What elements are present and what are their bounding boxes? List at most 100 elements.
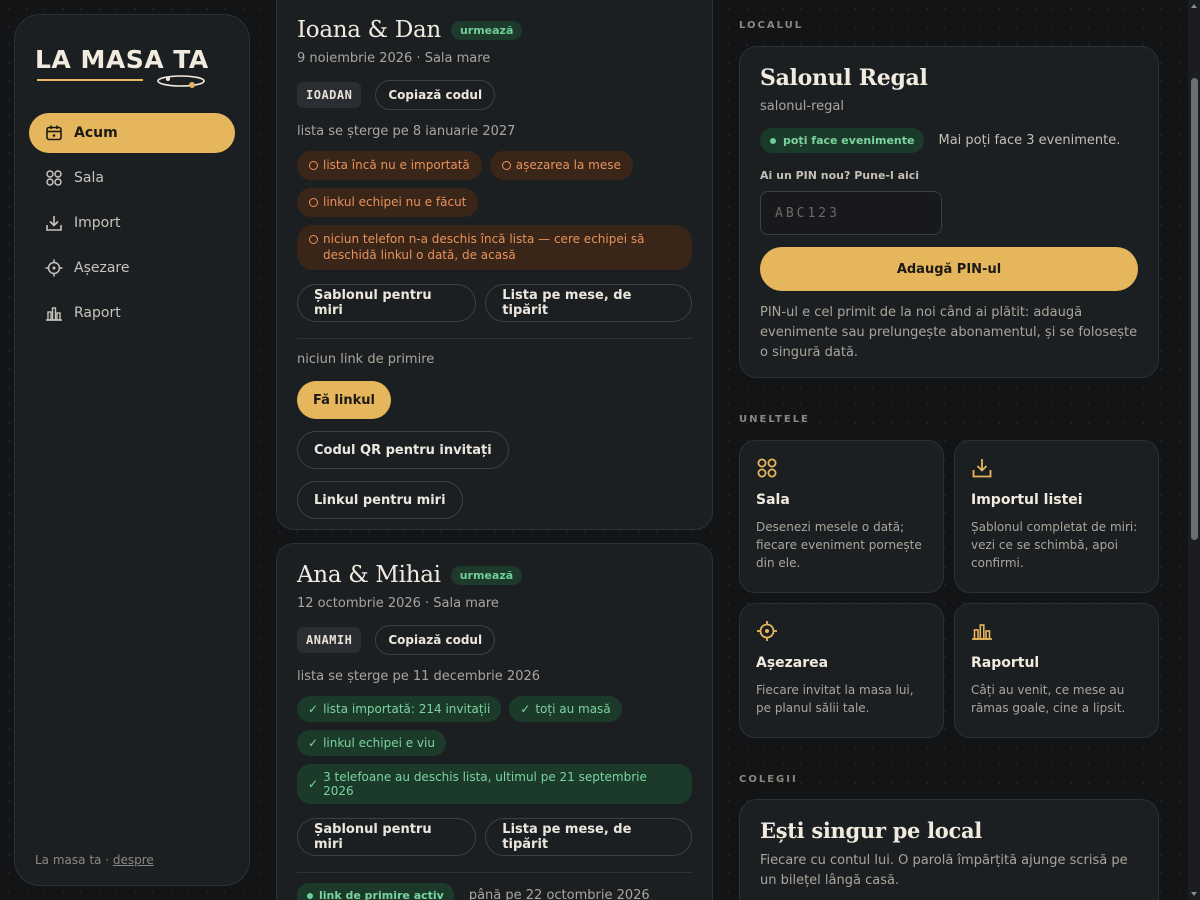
link-actions: Fă linkul Codul QR pentru invitați Linku… <box>297 367 692 520</box>
print-list-button[interactable]: Lista pe mese, de tipărit <box>485 284 692 323</box>
warning-text: așezarea la mese <box>515 158 621 172</box>
sidebar-item-sala[interactable]: Sala <box>29 158 235 198</box>
event-subtitle: 12 octombrie 2026 · Sala mare <box>297 596 499 611</box>
logo-text: LA MASA TA <box>35 45 209 74</box>
page-scrollbar[interactable] <box>1188 0 1200 900</box>
copy-code-button[interactable]: Copiază codul <box>375 80 496 110</box>
scrollbar-thumb[interactable] <box>1191 78 1198 540</box>
make-link-button[interactable]: Fă linkul <box>297 381 391 420</box>
ok-chip: ✓ lista importată: 214 invitații <box>297 696 502 722</box>
tool-desc: Șablonul completat de miri: vezi ce se s… <box>971 520 1138 570</box>
link-until: până pe 22 octombrie 2026 <box>468 888 650 900</box>
warning-chip: lista încă nu e importată <box>297 151 482 180</box>
event-actions: Șablonul pentru miri Lista pe mese, de t… <box>297 284 692 323</box>
download-icon <box>971 457 1142 479</box>
event-header: Ana & Mihai urmează <box>297 562 692 588</box>
chart-icon <box>971 620 1142 642</box>
sidebar-item-label: Acum <box>74 125 118 141</box>
sidebar-item-asezare[interactable]: Așezare <box>29 248 235 288</box>
event-card: Ana & Mihai urmează 12 octombrie 2026 · … <box>276 543 713 900</box>
add-pin-button[interactable]: Adaugă PIN-ul <box>760 247 1138 291</box>
tool-card-raport[interactable]: Raportul Câți au venit, ce mese au rămas… <box>954 603 1159 738</box>
warning-chip: așezarea la mese <box>489 151 633 180</box>
ok-chip: ✓ 3 telefoane au deschis lista, ultimul p… <box>297 764 692 804</box>
tool-title: Așezarea <box>756 655 829 671</box>
calendar-icon <box>45 124 63 142</box>
tool-title: Raportul <box>971 655 1040 671</box>
status-badge: urmează <box>450 20 523 40</box>
tool-desc: Câți au venit, ce mese au rămas goale, c… <box>971 683 1126 715</box>
target-icon <box>45 259 63 277</box>
pin-input[interactable] <box>760 191 942 235</box>
pending-icon <box>309 234 318 244</box>
ok-text: 3 telefoane au deschis lista, ultimul pe… <box>323 770 647 798</box>
pin-label: Ai un PIN nou? Pune-l aici <box>760 169 920 182</box>
target-icon <box>756 620 927 642</box>
tool-card-sala[interactable]: Sala Desenezi mesele o dată; fiecare eve… <box>739 440 944 593</box>
event-title: Ioana & Dan <box>297 17 441 43</box>
check-icon: ✓ <box>308 777 319 791</box>
venue-status-row: poți face evenimente Mai poți face 3 eve… <box>760 128 1138 153</box>
logo[interactable]: LA MASA TA <box>35 45 209 90</box>
status-dot-icon <box>307 892 313 899</box>
sidebar: LA MASA TA Acum Sala Import Așezare Rapo… <box>14 14 250 886</box>
tool-card-import[interactable]: Importul listei Șablonul completat de mi… <box>954 440 1159 593</box>
scroll-up-icon[interactable] <box>1191 4 1197 8</box>
tables-icon <box>756 457 927 479</box>
tool-title: Importul listei <box>971 492 1083 508</box>
tables-icon <box>45 169 63 187</box>
warning-text: linkul echipei nu e făcut <box>323 194 467 209</box>
scroll-down-icon[interactable] <box>1191 892 1197 896</box>
colleagues-desc: Fiecare cu contul lui. O parolă împărțit… <box>760 853 1128 888</box>
logo-underline-icon <box>37 75 205 88</box>
tool-title: Sala <box>756 492 790 508</box>
status-badge: urmează <box>450 565 523 585</box>
pending-icon <box>309 197 318 207</box>
check-icon: ✓ <box>308 736 319 750</box>
event-title: Ana & Mihai <box>297 562 441 588</box>
template-button[interactable]: Șablonul pentru miri <box>297 284 477 323</box>
event-card: Ioana & Dan urmează 9 noiembrie 2026 · S… <box>276 0 713 530</box>
about-link[interactable]: despre <box>113 853 154 867</box>
print-list-button[interactable]: Lista pe mese, de tipărit <box>485 818 692 856</box>
event-code-row: ANAMIH Copiază codul <box>297 625 692 655</box>
tool-card-asezare[interactable]: Așezarea Fiecare invitat la masa lui, pe… <box>739 603 944 738</box>
sidebar-item-raport[interactable]: Raport <box>29 293 235 333</box>
warning-chip: linkul echipei nu e făcut <box>297 187 479 217</box>
event-header: Ioana & Dan urmează <box>297 17 692 43</box>
download-icon <box>45 214 63 232</box>
divider <box>297 872 692 873</box>
section-label-colleagues: COLEGII <box>739 774 798 785</box>
footer-text: La masa ta · <box>35 853 110 867</box>
event-subtitle: 9 noiembrie 2026 · Sala mare <box>297 51 491 66</box>
venue-name: Salonul Regal <box>760 65 928 91</box>
status-chips: ✓ lista importată: 214 invitații ✓ toți au… <box>297 696 692 804</box>
link-active-badge: link de primire activ <box>297 883 454 900</box>
template-button[interactable]: Șablonul pentru miri <box>297 818 477 856</box>
event-code-row: IOADAN Copiază codul <box>297 80 692 110</box>
sidebar-nav: Acum Sala Import Așezare Raport <box>29 113 235 338</box>
warning-text: niciun telefon n-a deschis încă lista — … <box>323 231 645 263</box>
venue-status-text: poți face evenimente <box>783 134 915 147</box>
couple-link-button[interactable]: Linkul pentru miri <box>297 481 463 520</box>
chart-icon <box>45 304 63 322</box>
section-label-venue: LOCALUL <box>739 20 804 31</box>
tool-desc: Desenezi mesele o dată; fiecare evenimen… <box>756 520 922 570</box>
check-icon: ✓ <box>520 702 531 716</box>
sidebar-item-import[interactable]: Import <box>29 203 235 243</box>
venue-status-badge: poți face evenimente <box>760 128 925 153</box>
warning-text: lista încă nu e importată <box>323 158 470 172</box>
check-icon: ✓ <box>308 702 319 716</box>
copy-code-button[interactable]: Copiază codul <box>375 625 496 655</box>
colleagues-card: Ești singur pe local Fiecare cu contul l… <box>739 799 1159 900</box>
pending-icon <box>501 160 511 170</box>
ok-text: lista importată: 214 invitații <box>323 702 491 716</box>
sidebar-item-acum[interactable]: Acum <box>29 113 235 153</box>
remaining-events: Mai poți face 3 evenimente. <box>938 133 1121 148</box>
divider <box>297 338 692 340</box>
sidebar-footer: La masa ta · despre <box>35 853 154 867</box>
pending-icon <box>309 160 318 170</box>
qr-code-button[interactable]: Codul QR pentru invitați <box>297 431 509 470</box>
pin-note: PIN-ul e cel primit de la noi când ai pl… <box>760 305 1138 360</box>
colleagues-title: Ești singur pe local <box>760 818 982 843</box>
